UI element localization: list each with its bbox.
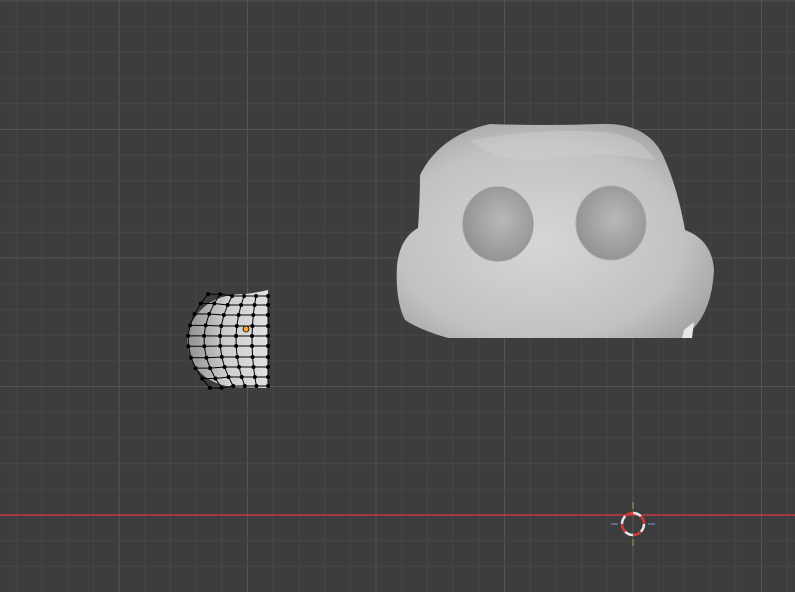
viewport-canvas[interactable] xyxy=(0,0,795,592)
mesh-vertex[interactable] xyxy=(266,365,270,369)
mesh-vertex[interactable] xyxy=(250,344,255,348)
mesh-vertex[interactable] xyxy=(221,313,226,317)
mesh-edge xyxy=(205,324,222,327)
mesh-vertex[interactable] xyxy=(189,355,194,360)
mesh-vertex[interactable] xyxy=(239,303,244,307)
mesh-vertex[interactable] xyxy=(212,301,217,306)
mesh-vertex[interactable] xyxy=(266,355,270,359)
mesh-vertex[interactable] xyxy=(234,334,239,338)
mesh-vertex[interactable] xyxy=(219,324,224,328)
mesh-vertex[interactable] xyxy=(266,344,270,348)
mesh-vertex[interactable] xyxy=(186,333,191,338)
mesh-vertex[interactable] xyxy=(230,294,235,298)
mesh-vertex[interactable] xyxy=(254,294,259,298)
mesh-vertex[interactable] xyxy=(242,294,247,298)
3d-viewport[interactable] xyxy=(0,0,795,592)
mesh-vertex[interactable] xyxy=(252,375,257,379)
mesh-vertex[interactable] xyxy=(200,376,205,381)
mesh-vertex[interactable] xyxy=(202,344,207,349)
mesh-vertex[interactable] xyxy=(207,311,212,316)
mesh-vertex[interactable] xyxy=(250,324,255,328)
mesh-vertex[interactable] xyxy=(198,301,203,306)
mesh-vertex[interactable] xyxy=(192,311,197,316)
mesh-vertex[interactable] xyxy=(235,355,240,359)
mesh-vertex[interactable] xyxy=(219,385,224,390)
mesh-vertex[interactable] xyxy=(231,384,236,388)
half-shell-object[interactable] xyxy=(186,290,270,390)
mesh-vertex[interactable] xyxy=(266,334,270,338)
mesh-vertex[interactable] xyxy=(208,385,213,390)
mesh-vertex[interactable] xyxy=(208,366,213,371)
mesh-vertex[interactable] xyxy=(251,365,256,369)
mesh-vertex[interactable] xyxy=(234,344,239,348)
mask-left-eye-hole xyxy=(462,186,534,262)
mesh-vertex[interactable] xyxy=(237,365,242,369)
mesh-vertex[interactable] xyxy=(236,313,241,317)
mesh-vertex[interactable] xyxy=(226,375,231,379)
mesh-vertex[interactable] xyxy=(266,324,270,328)
mesh-vertex[interactable] xyxy=(206,292,211,297)
mesh-vertex[interactable] xyxy=(218,292,223,297)
mesh-vertex[interactable] xyxy=(252,303,257,307)
mesh-edge xyxy=(206,356,222,359)
mesh-vertex[interactable] xyxy=(234,324,239,328)
mesh-vertex[interactable] xyxy=(219,355,224,359)
mesh-vertex[interactable] xyxy=(203,323,208,328)
mesh-vertex[interactable] xyxy=(266,294,270,298)
mesh-vertex[interactable] xyxy=(250,355,255,359)
mesh-vertex[interactable] xyxy=(213,376,218,381)
mesh-vertex[interactable] xyxy=(251,313,256,317)
mesh-vertex[interactable] xyxy=(250,334,255,338)
mesh-vertex[interactable] xyxy=(242,384,247,388)
mask-right-eye-hole xyxy=(575,185,647,261)
mesh-vertex[interactable] xyxy=(222,365,227,369)
mesh-vertex[interactable] xyxy=(266,313,270,317)
mesh-vertex[interactable] xyxy=(204,355,209,360)
mesh-vertex[interactable] xyxy=(218,344,223,348)
mesh-vertex[interactable] xyxy=(266,303,270,307)
mesh-vertex[interactable] xyxy=(239,375,244,379)
mesh-vertex[interactable] xyxy=(254,384,259,388)
object-origin-icon[interactable] xyxy=(242,325,250,333)
mesh-vertex[interactable] xyxy=(266,384,270,388)
mesh-vertex[interactable] xyxy=(188,323,193,328)
mesh-vertex[interactable] xyxy=(218,334,223,338)
mesh-vertex[interactable] xyxy=(193,366,198,371)
mesh-vertex[interactable] xyxy=(186,344,191,349)
mask-object[interactable] xyxy=(396,123,714,339)
mesh-vertex[interactable] xyxy=(225,303,230,307)
mesh-vertex[interactable] xyxy=(202,333,207,338)
mesh-vertex[interactable] xyxy=(266,375,270,379)
